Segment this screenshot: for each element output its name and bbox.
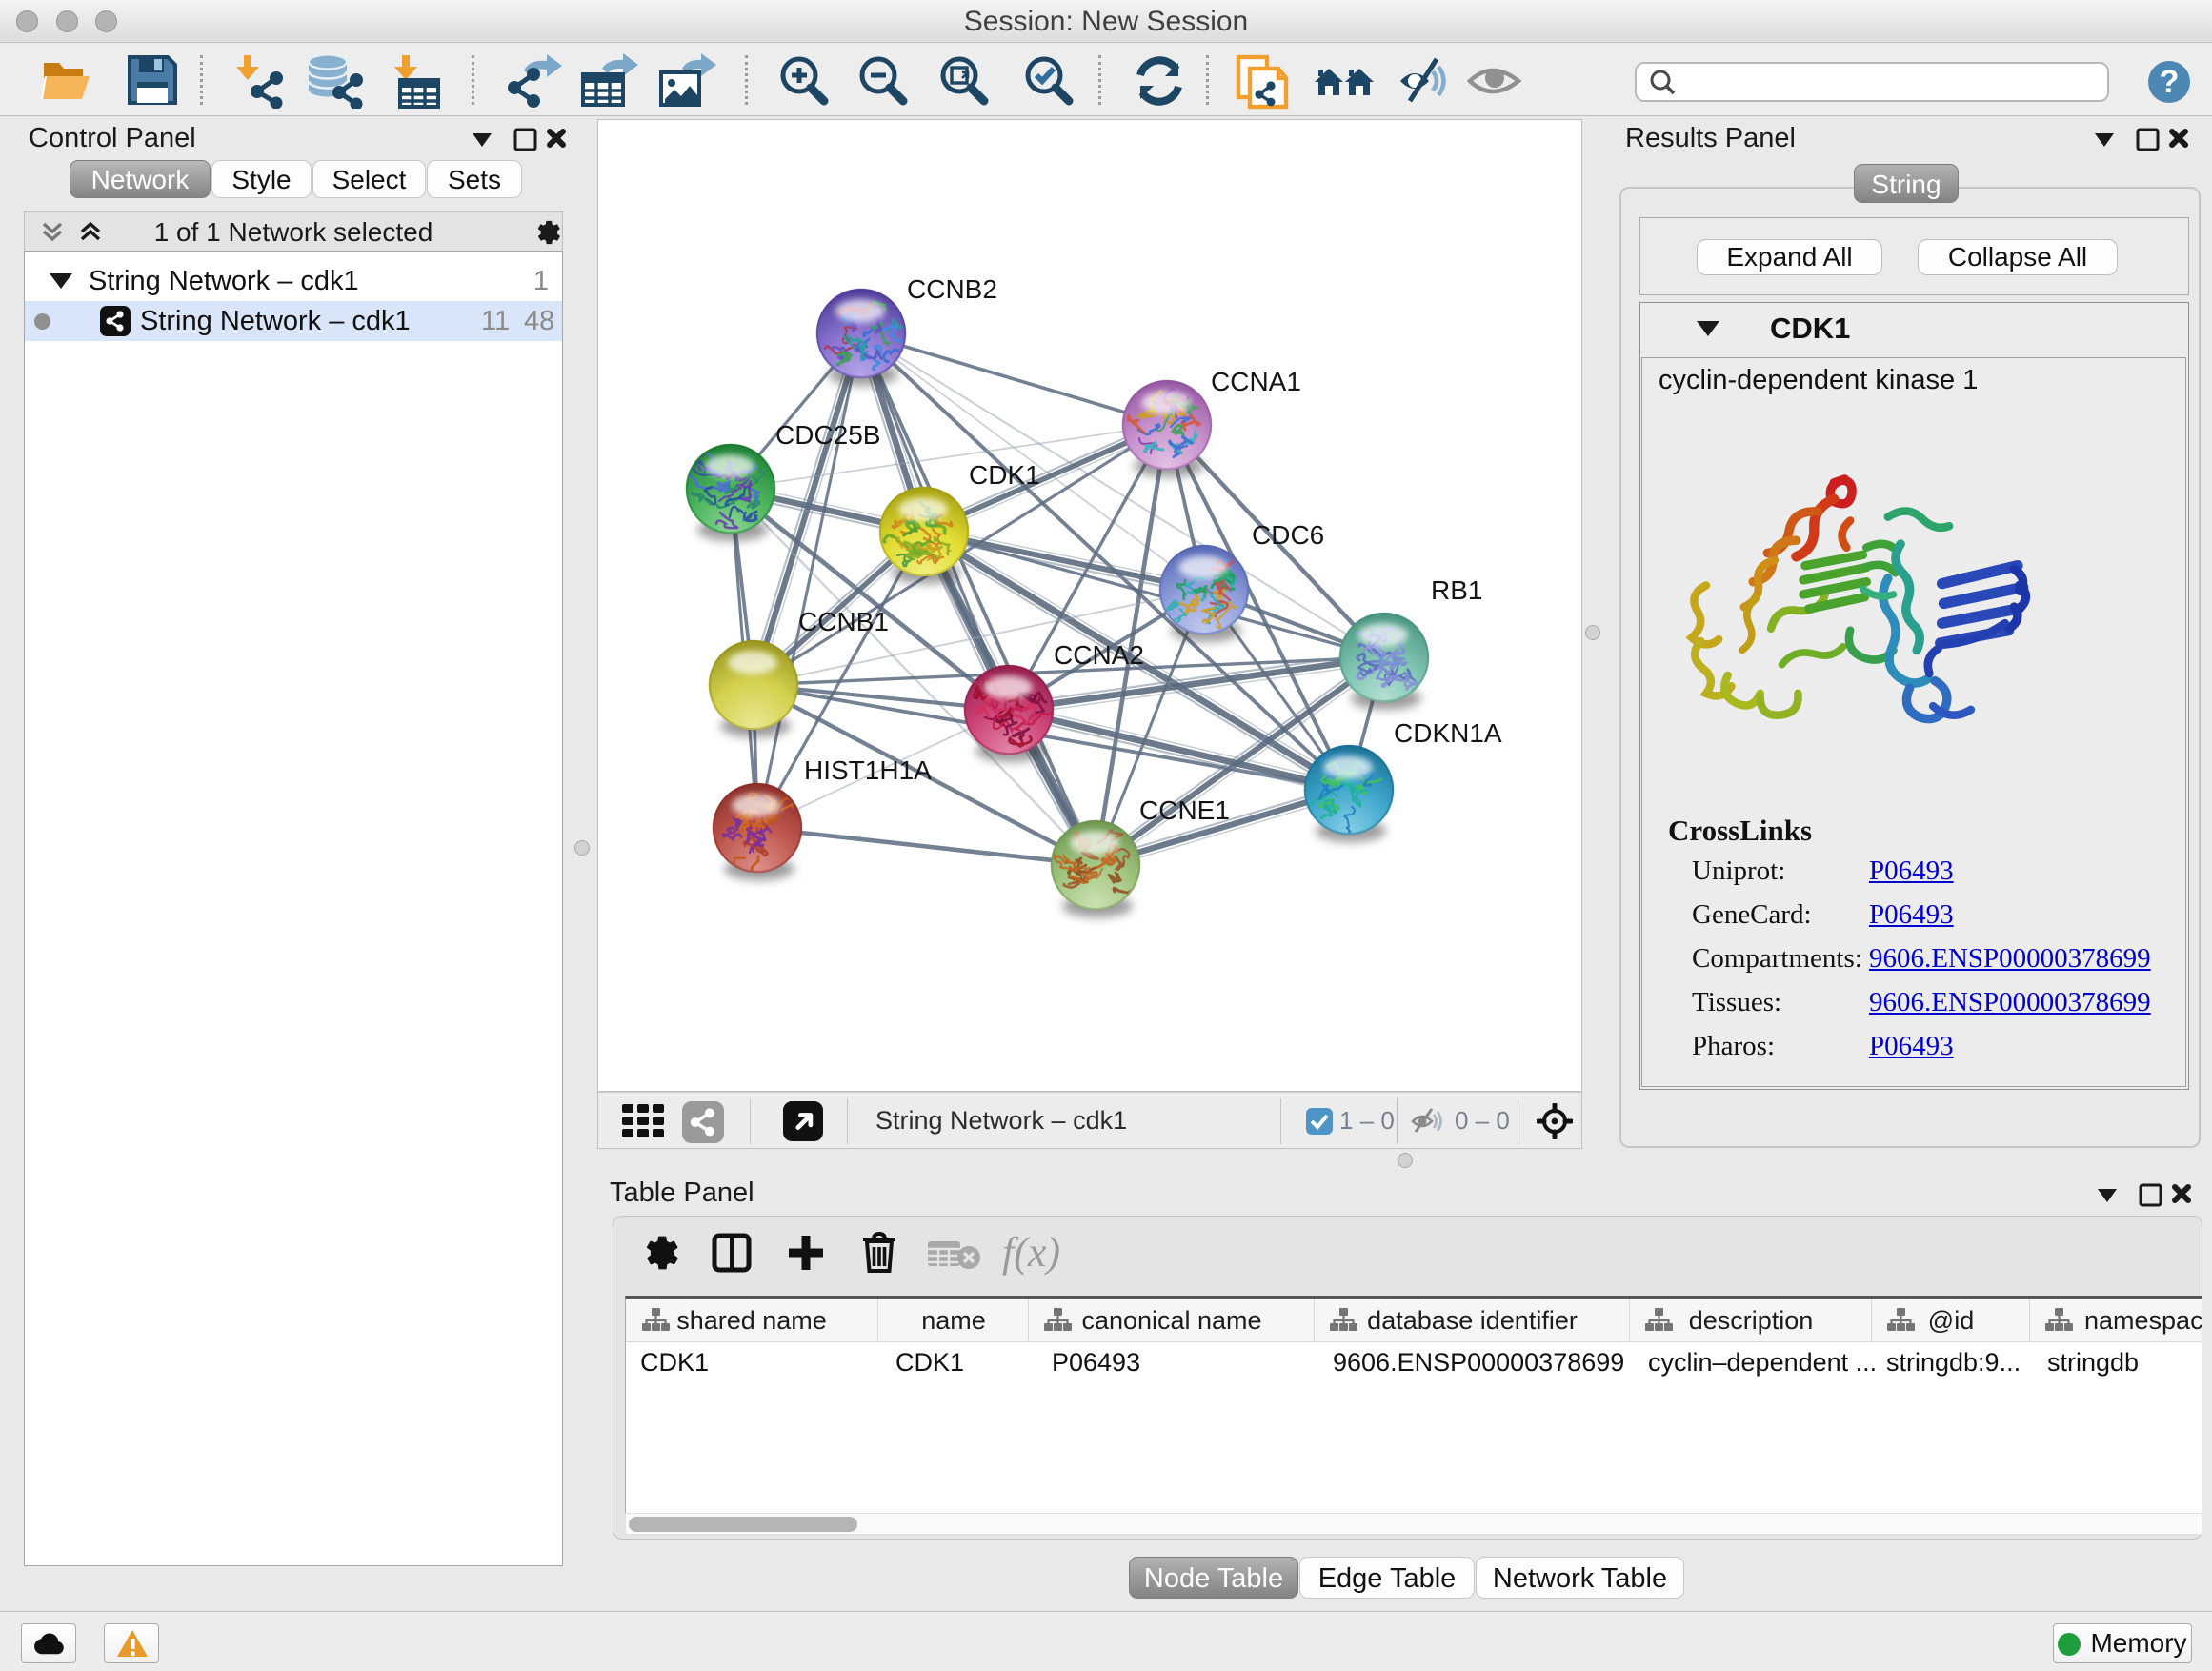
svg-text:CCNA2: CCNA2 [1054,640,1144,670]
svg-text:CDKN1A: CDKN1A [1394,718,1502,748]
svg-text:CCNA1: CCNA1 [1211,367,1301,396]
svg-text:HIST1H1A: HIST1H1A [804,755,932,785]
svg-text:CDC6: CDC6 [1252,520,1324,550]
svg-text:CDC25B: CDC25B [775,420,880,450]
svg-text:CCNE1: CCNE1 [1139,795,1230,825]
svg-text:CDK1: CDK1 [969,460,1040,490]
svg-text:?: ? [2160,64,2180,100]
svg-text:CCNB2: CCNB2 [907,274,997,304]
svg-text:RB1: RB1 [1431,575,1482,605]
svg-text:CCNB1: CCNB1 [798,607,889,636]
